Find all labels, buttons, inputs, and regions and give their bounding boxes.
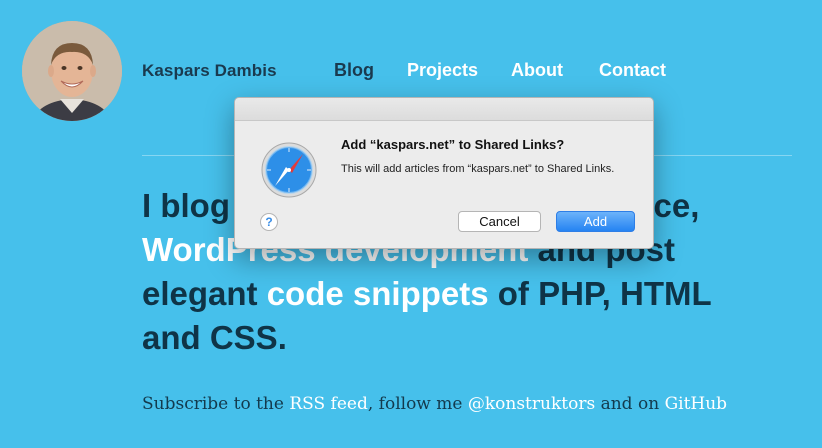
add-button[interactable]: Add	[556, 211, 635, 232]
hero-line-3-start: elegant	[142, 275, 267, 312]
nav-about[interactable]: About	[511, 60, 563, 81]
hero-line-3: elegant code snippets of PHP, HTML	[142, 272, 802, 316]
hero-link-code-snippets[interactable]: code snippets	[267, 275, 489, 312]
subscribe-prefix: Subscribe to the	[142, 394, 290, 414]
hero-line-1-start: I blog	[142, 187, 230, 224]
nav-contact[interactable]: Contact	[599, 60, 666, 81]
avatar-photo	[22, 21, 122, 121]
dialog-title: Add “kaspars.net” to Shared Links?	[341, 137, 565, 152]
subscribe-line: Subscribe to the RSS feed, follow me @ko…	[142, 394, 727, 414]
rss-feed-link[interactable]: RSS feed	[289, 394, 368, 414]
safari-compass-icon	[261, 142, 317, 198]
hero-line-4: and CSS.	[142, 319, 287, 356]
dialog-title-strip	[235, 98, 653, 121]
github-link[interactable]: GitHub	[665, 394, 728, 414]
subscribe-mid: , follow me	[367, 394, 468, 414]
hero-line-3-end: of PHP, HTML	[488, 275, 712, 312]
site-name[interactable]: Kaspars Dambis	[142, 61, 277, 81]
cancel-button[interactable]: Cancel	[458, 211, 541, 232]
avatar	[22, 21, 122, 121]
dialog-message: This will add articles from “kaspars.net…	[341, 163, 615, 175]
twitter-link[interactable]: @konstruktors	[468, 394, 595, 414]
nav-blog[interactable]: Blog	[334, 60, 374, 81]
shared-links-dialog: Add “kaspars.net” to Shared Links? This …	[234, 97, 654, 249]
nav-projects[interactable]: Projects	[407, 60, 478, 81]
subscribe-and: and on	[595, 394, 665, 414]
help-button[interactable]: ?	[260, 213, 278, 231]
